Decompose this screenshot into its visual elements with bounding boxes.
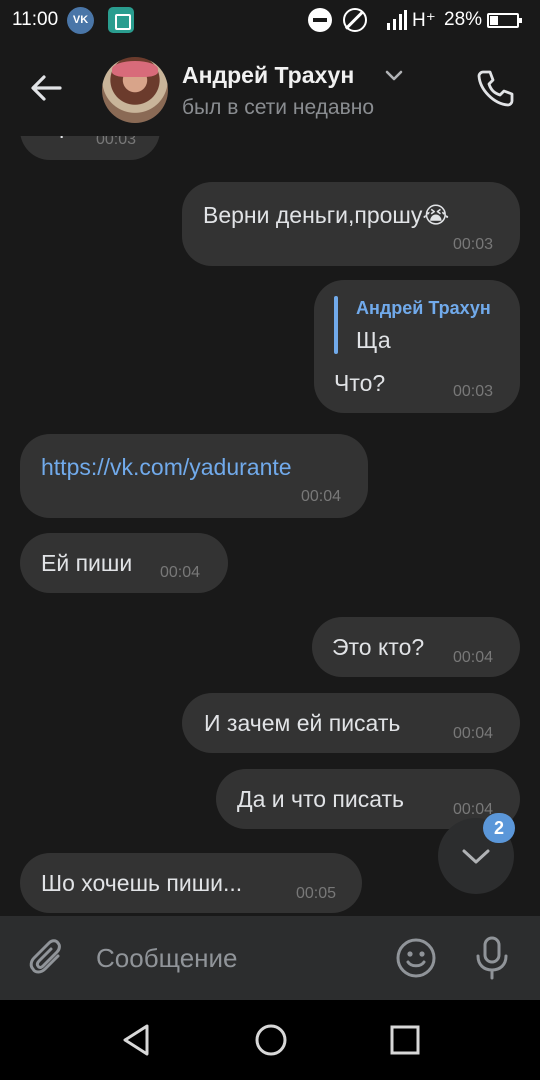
reply-quote-bar (334, 296, 338, 354)
message-time: 00:03 (453, 383, 494, 400)
message-text: Ей пиши (41, 550, 133, 576)
message-text: Да и что писать (237, 786, 405, 812)
status-time: 11:00 (12, 9, 59, 30)
message-time: 00:03 (96, 136, 137, 148)
message-input[interactable] (96, 936, 376, 980)
message-outgoing[interactable]: И зачем ей писать 00:04 (182, 693, 520, 753)
signal-icon (387, 10, 407, 30)
message-time: 00:04 (301, 488, 342, 505)
message-incoming[interactable]: Ей пиши 00:04 (20, 533, 228, 593)
message-time: 00:03 (453, 236, 494, 253)
nav-home-icon[interactable] (251, 1020, 291, 1060)
contact-name[interactable]: Андрей Трахун (182, 62, 354, 89)
unread-count-badge: 2 (483, 813, 515, 843)
contact-status: был в сети недавно (182, 96, 375, 119)
message-incoming[interactable]: Шо хочешь пиши... 00:05 (20, 853, 362, 913)
battery-icon (487, 13, 522, 28)
phone-icon[interactable] (474, 66, 518, 110)
scan-icon (108, 7, 134, 33)
avatar[interactable] (102, 57, 168, 123)
emoji-icon[interactable] (394, 936, 438, 980)
paperclip-icon[interactable] (26, 936, 70, 980)
nav-back-icon[interactable] (117, 1020, 157, 1060)
message-outgoing[interactable]: Верни деньги,прошу😭 00:03 (182, 182, 520, 266)
network-type: H⁺ (412, 10, 436, 31)
battery-percent: 28% (444, 9, 483, 30)
system-nav-bar (0, 1000, 540, 1080)
message-time: 00:04 (453, 649, 494, 666)
chat-header: Андрей Трахун был в сети недавно (0, 40, 540, 136)
message-outgoing-reply[interactable]: Андрей Трахун Ща Что? 00:03 (314, 280, 520, 413)
microphone-icon[interactable] (470, 934, 514, 982)
chevron-down-icon[interactable] (384, 68, 404, 84)
message-text: И зачем ей писать (204, 710, 401, 736)
message-incoming[interactable]: Ща 00:03 (20, 136, 160, 160)
message-text: Верни деньги,прошу😭 (203, 202, 450, 228)
message-outgoing[interactable]: Это кто? 00:04 (312, 617, 520, 677)
message-text: Это кто? (332, 634, 425, 660)
vk-icon: VK (67, 7, 94, 34)
back-arrow-icon[interactable] (26, 68, 66, 108)
reply-text: Ща (356, 327, 391, 353)
message-time: 00:05 (296, 885, 337, 902)
dnd-icon (308, 8, 332, 32)
no-sim-icon (343, 8, 367, 32)
message-text: Что? (334, 370, 386, 396)
chevron-down-icon (462, 849, 490, 864)
nav-recents-icon[interactable] (385, 1020, 425, 1060)
message-composer (0, 916, 540, 1000)
message-time: 00:04 (453, 725, 494, 742)
message-text: Ща (42, 136, 77, 139)
status-bar: 11:00 VK H⁺ 28% (0, 0, 540, 40)
message-link[interactable]: https://vk.com/yadurante (41, 454, 292, 481)
reply-author[interactable]: Андрей Трахун (356, 298, 491, 319)
message-list[interactable]: Ща 00:03 Верни деньги,прошу😭 00:03 Андре… (0, 136, 540, 916)
message-text: Шо хочешь пиши... (41, 870, 243, 896)
message-incoming[interactable]: https://vk.com/yadurante 00:04 (20, 434, 368, 518)
message-time: 00:04 (160, 564, 201, 581)
